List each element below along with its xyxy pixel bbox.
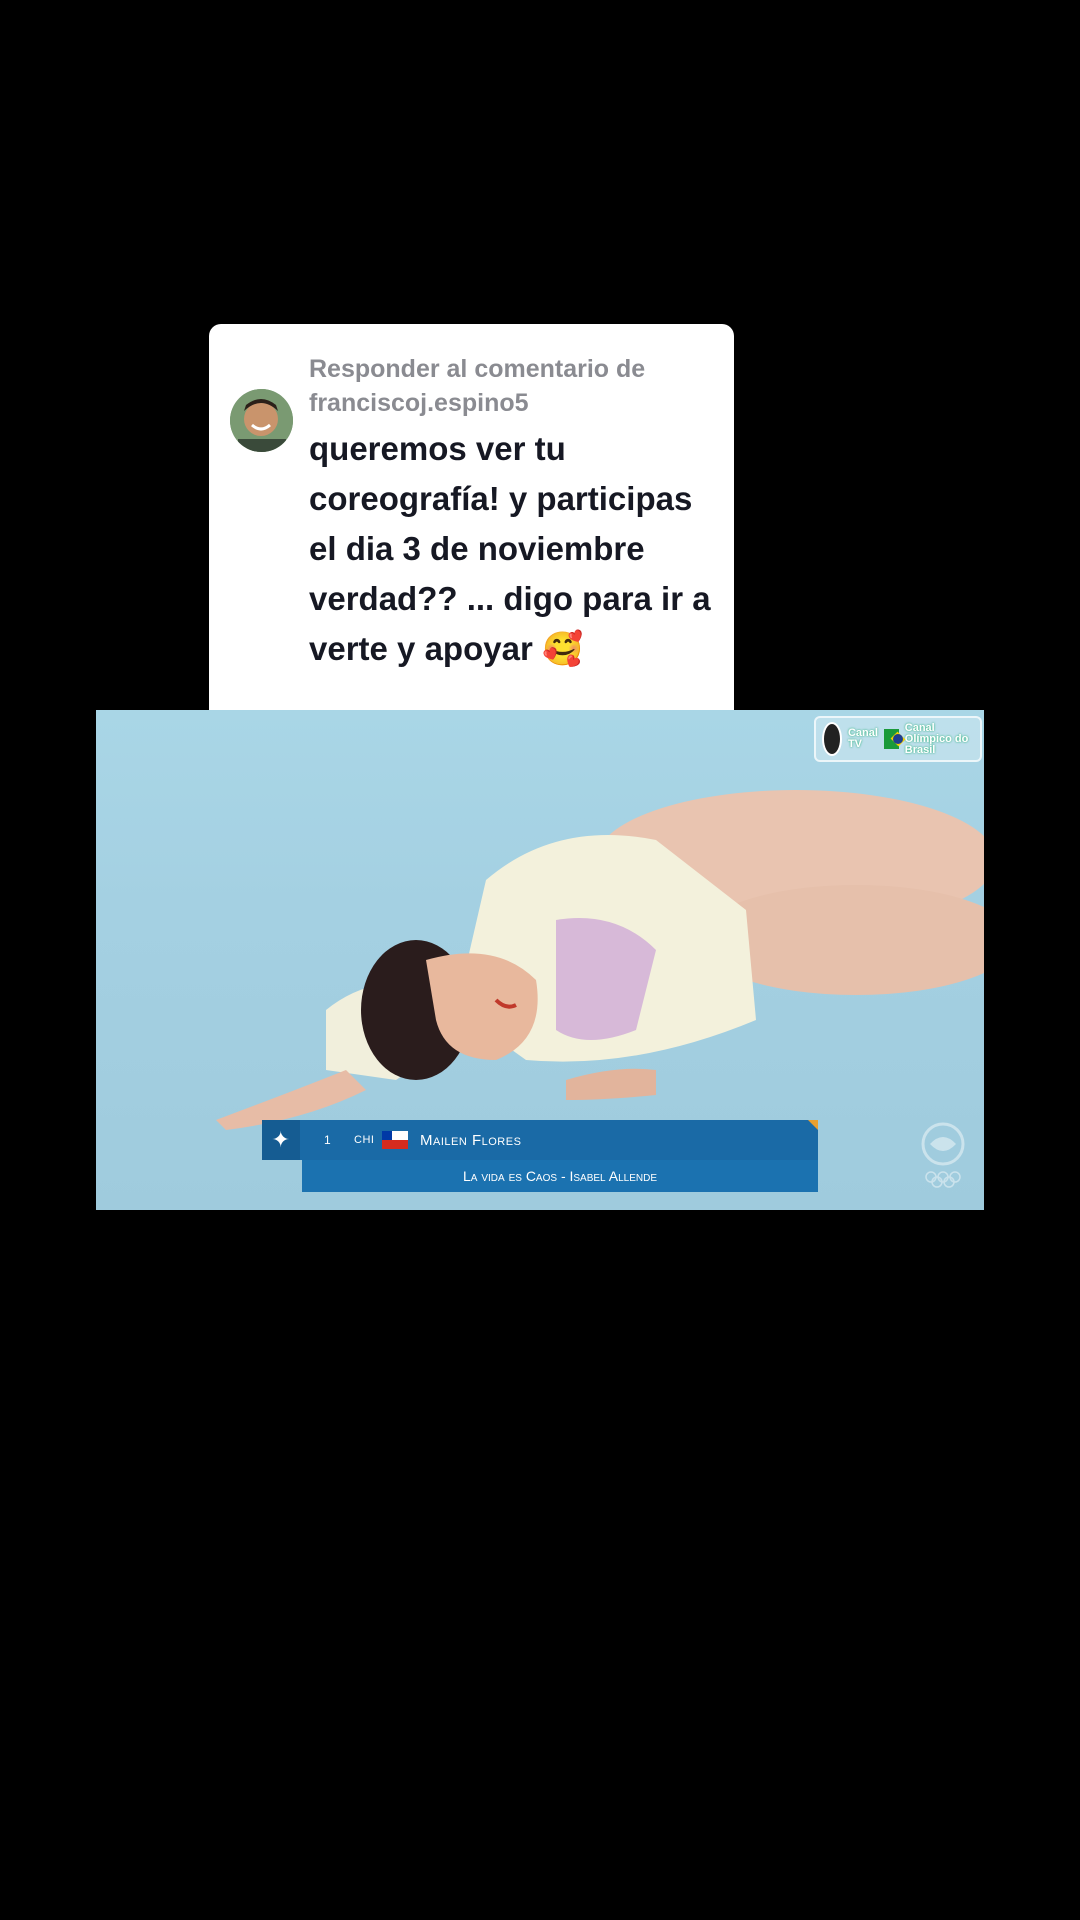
channel-mascot-icon [822,722,842,756]
athlete-bar: ✦ 1 CHI Mailen Flores [262,1120,818,1160]
reply-comment-bubble[interactable]: Responder al comentario de franciscoj.es… [209,324,734,748]
chile-flag-icon [382,1131,408,1149]
routine-title: La vida es Caos - Isabel Allende [302,1160,818,1192]
athlete-name: Mailen Flores [420,1131,522,1149]
reply-header: Responder al comentario de franciscoj.es… [309,355,646,417]
broadcaster-logo: Canal TV Canal Olímpico do Brasil [814,716,982,762]
commenter-avatar[interactable] [230,389,293,452]
olympic-watermark-icon [921,1122,965,1188]
video-frame[interactable]: Canal TV Canal Olímpico do Brasil ✦ 1 CH… [96,710,984,1210]
channel-label-2: Canal Olímpico do Brasil [904,721,969,756]
channel-label: Canal TV [847,727,878,750]
corner-accent [808,1120,818,1130]
athlete-country: CHI [354,1134,375,1146]
comment-text: queremos ver tu coreografía! y participa… [309,430,711,667]
gymnastics-icon: ✦ [262,1120,300,1160]
brazil-flag-icon [883,729,903,749]
athlete-rank: 1 [324,1133,332,1147]
